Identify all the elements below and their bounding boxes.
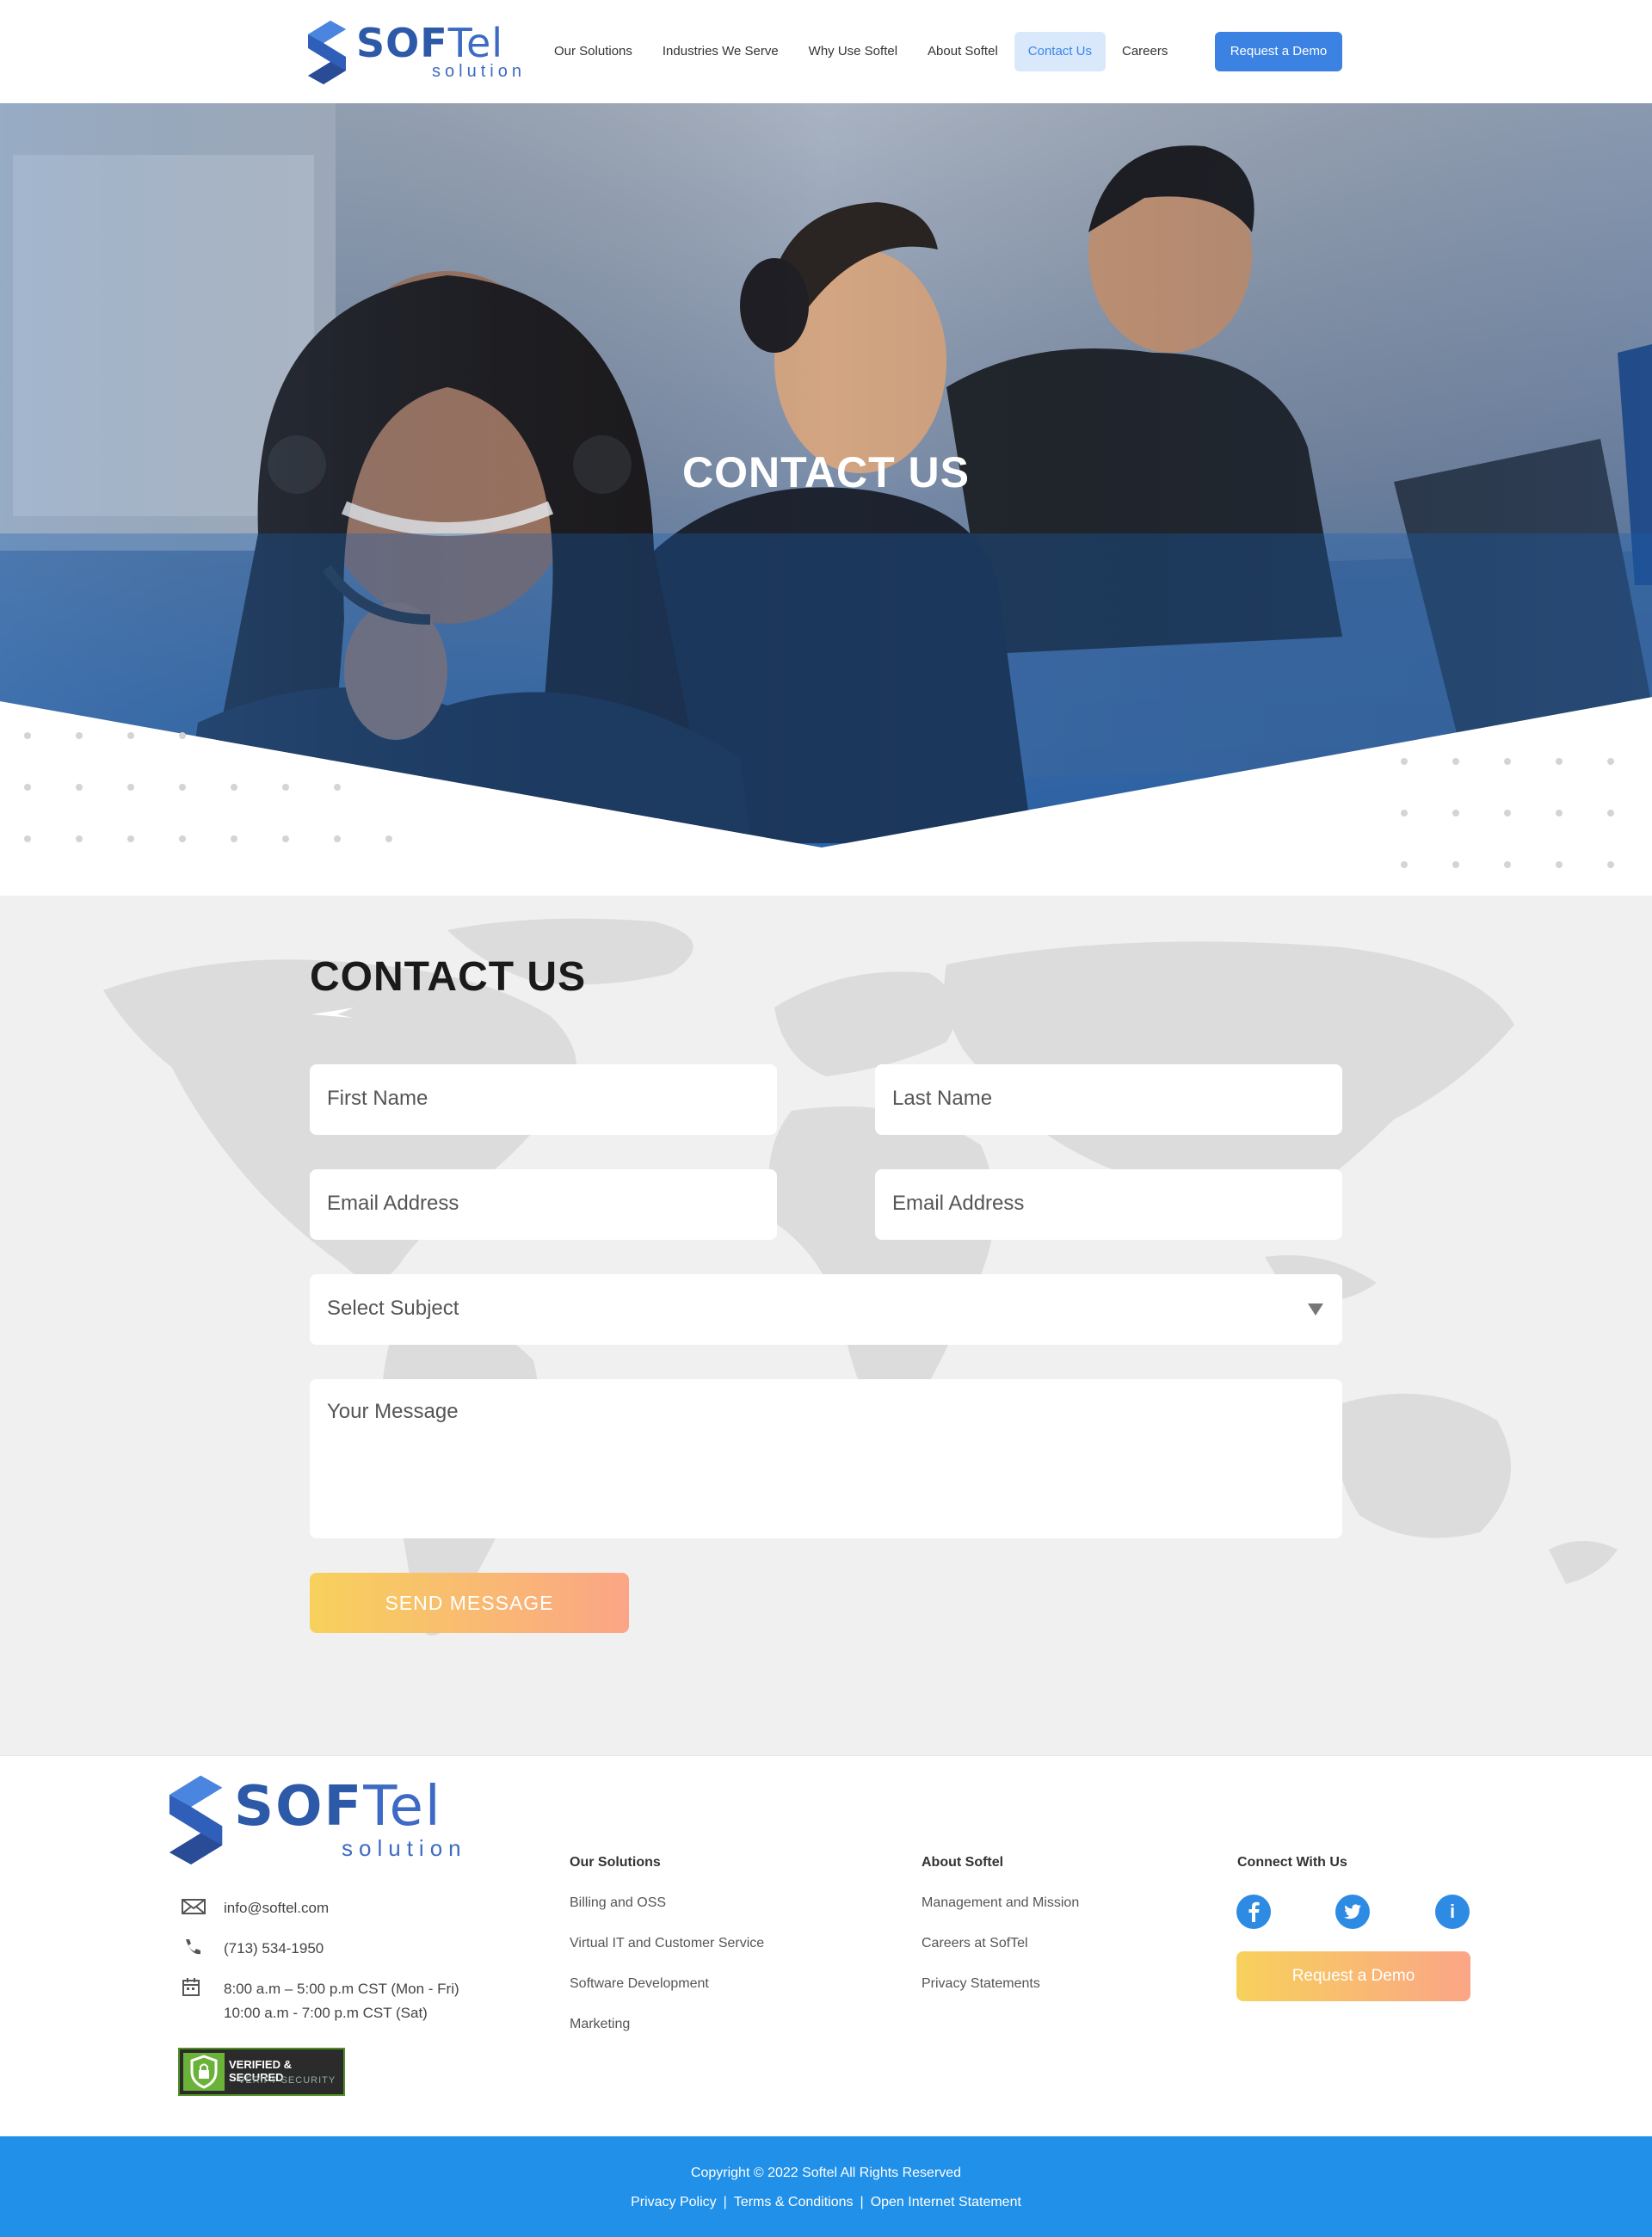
logo-wordmark: SOFTel	[356, 21, 503, 65]
footer-link-privacy-statements[interactable]: Privacy Statements	[922, 1976, 1040, 1992]
message-textarea[interactable]: Your Message	[310, 1379, 1342, 1538]
footer-link-software-development[interactable]: Software Development	[570, 1976, 709, 1992]
softel-logo-mark-icon	[169, 1775, 223, 1864]
request-demo-button[interactable]: Request a Demo	[1215, 32, 1342, 71]
message-placeholder: Your Message	[327, 1400, 459, 1423]
phone-icon	[186, 1939, 200, 1955]
email-placeholder: Email Address	[327, 1192, 459, 1215]
hero-banner: CONTACT US	[0, 103, 1652, 895]
site-header: SOFTel solution Our Solutions Industries…	[0, 0, 1652, 103]
nav-careers[interactable]: Careers	[1108, 32, 1181, 71]
hero-photo	[0, 103, 1652, 868]
calendar-icon	[182, 1978, 200, 1996]
subject-select[interactable]: Select Subject	[310, 1274, 1342, 1345]
paper-plane-icon	[311, 1008, 354, 1018]
contact-section: CONTACT US First Name Last Name Email Ad…	[0, 896, 1652, 1756]
nav-our-solutions[interactable]: Our Solutions	[540, 32, 646, 71]
footer-link-marketing[interactable]: Marketing	[570, 2017, 630, 2032]
softel-logo[interactable]: SOFTel solution	[308, 19, 523, 86]
privacy-policy-link[interactable]: Privacy Policy	[631, 2195, 717, 2209]
envelope-icon	[182, 1899, 206, 1914]
chevron-down-icon	[1308, 1303, 1323, 1316]
first-name-input[interactable]: First Name	[310, 1064, 777, 1135]
footer-phone-row: (713) 534-1950	[181, 1937, 324, 1961]
nav-why-use-softel[interactable]: Why Use Softel	[795, 32, 911, 71]
nav-contact-us[interactable]: Contact Us	[1014, 32, 1106, 71]
email-input-secondary[interactable]: Email Address	[875, 1169, 1342, 1240]
subject-placeholder: Select Subject	[327, 1297, 459, 1320]
first-name-placeholder: First Name	[327, 1087, 428, 1110]
footer-bottom-bar: Copyright © 2022 Softel All Rights Reser…	[0, 2136, 1652, 2237]
legal-separator: |	[723, 2195, 727, 2209]
footer-logo-brand-part2: Tel	[363, 1775, 442, 1839]
footer-about-title: About Softel	[922, 1855, 1004, 1870]
footer-link-management-mission[interactable]: Management and Mission	[922, 1895, 1079, 1911]
footer-link-billing-oss[interactable]: Billing and OSS	[570, 1895, 666, 1911]
twitter-icon[interactable]	[1335, 1895, 1370, 1929]
hours-saturday: 10:00 a.m - 7:00 p.m CST (Sat)	[224, 2005, 428, 2021]
footer-request-demo-button[interactable]: Request a Demo	[1236, 1951, 1470, 2001]
footer-logo-wordmark: SOFTel	[234, 1777, 442, 1837]
softel-logo-mark-icon	[308, 21, 346, 84]
last-name-placeholder: Last Name	[892, 1087, 993, 1110]
footer-solutions-title: Our Solutions	[570, 1855, 661, 1870]
footer-email-row: info@softel.com	[181, 1896, 329, 1920]
badge-verify-text: VERIFY SECURITY	[238, 2075, 336, 2086]
site-footer: SOFTel solution info@softel.com (713) 53…	[0, 1755, 1652, 2136]
footer-hours-row: 8:00 a.m – 5:00 p.m CST (Mon - Fri) 10:0…	[181, 1977, 459, 2025]
nav-about-softel[interactable]: About Softel	[914, 32, 1012, 71]
footer-link-virtual-it[interactable]: Virtual IT and Customer Service	[570, 1936, 764, 1951]
lock-shield-icon	[183, 2053, 225, 2091]
verified-secured-badge[interactable]: VERIFIED & SECURED VERIFY SECURITY	[178, 2048, 345, 2096]
footer-phone-link[interactable]: (713) 534-1950	[224, 1937, 324, 1961]
nav-industries-we-serve[interactable]: Industries We Serve	[649, 32, 792, 71]
logo-brand-part1: SOF	[356, 20, 448, 66]
footer-hours: 8:00 a.m – 5:00 p.m CST (Mon - Fri) 10:0…	[224, 1977, 459, 2025]
logo-tagline: solution	[432, 62, 526, 81]
last-name-input[interactable]: Last Name	[875, 1064, 1342, 1135]
legal-links: Privacy Policy | Terms & Conditions | Open I…	[0, 2195, 1652, 2210]
footer-connect-title: Connect With Us	[1237, 1855, 1347, 1870]
main-nav: Our Solutions Industries We Serve Why Us…	[540, 32, 1184, 71]
footer-email-link[interactable]: info@softel.com	[224, 1896, 329, 1920]
hours-weekday: 8:00 a.m – 5:00 p.m CST (Mon - Fri)	[224, 1981, 459, 1997]
logo-brand-part2: Tel	[447, 20, 504, 66]
facebook-icon[interactable]	[1236, 1895, 1271, 1929]
email-input[interactable]: Email Address	[310, 1169, 777, 1240]
terms-conditions-link[interactable]: Terms & Conditions	[734, 2195, 854, 2209]
footer-logo[interactable]: SOFTel solution	[167, 1773, 477, 1868]
footer-logo-tagline: solution	[342, 1835, 467, 1861]
footer-link-careers[interactable]: Careers at SofTel	[922, 1936, 1028, 1951]
email-secondary-placeholder: Email Address	[892, 1192, 1025, 1215]
footer-logo-brand-part1: SOF	[234, 1775, 364, 1839]
contact-form-title: CONTACT US	[310, 954, 587, 1000]
copyright-text: Copyright © 2022 Softel All Rights Reser…	[690, 2166, 962, 2180]
hero-title: CONTACT US	[681, 448, 971, 496]
open-internet-statement-link[interactable]: Open Internet Statement	[871, 2195, 1021, 2209]
legal-separator: |	[860, 2195, 864, 2209]
info-icon[interactable]: i	[1435, 1895, 1470, 1929]
send-message-button[interactable]: SEND MESSAGE	[310, 1573, 629, 1633]
